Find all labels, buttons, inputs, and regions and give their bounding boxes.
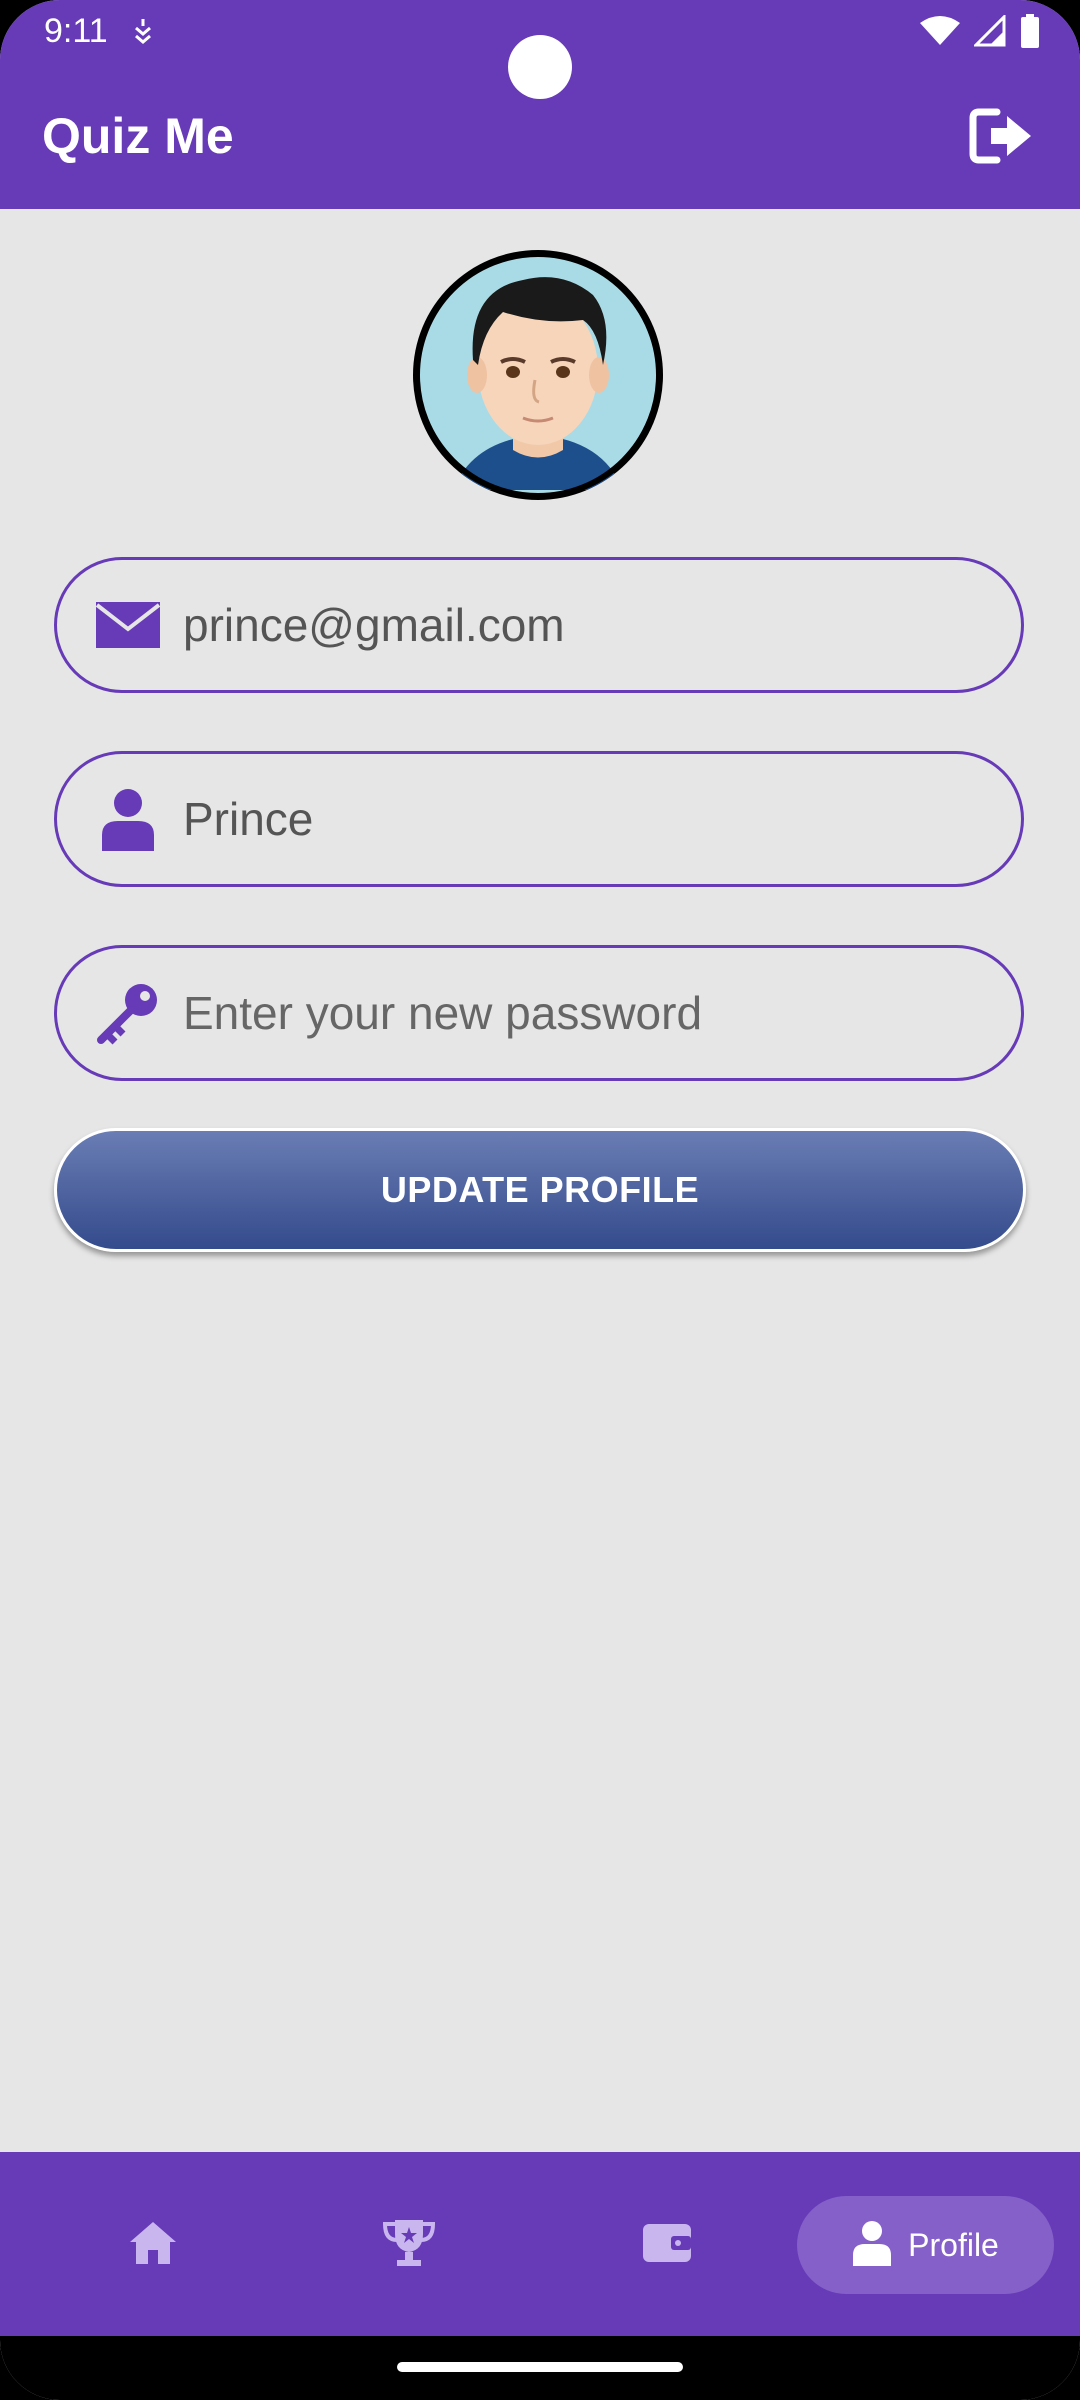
name-field[interactable] [54,751,1024,887]
name-input[interactable] [183,792,981,846]
avatar-image [414,251,662,499]
home-gesture-handle[interactable] [397,2362,683,2372]
battery-icon [1020,14,1040,53]
person-icon [93,784,163,854]
key-icon [93,978,163,1048]
bottom-nav: Profile [0,2152,1080,2336]
nav-item-leaderboard[interactable] [364,2196,454,2294]
nav-item-profile[interactable]: Profile [797,2196,1054,2294]
trophy-icon [382,2218,436,2273]
camera-cutout [508,35,572,99]
signal-icon [972,13,1006,52]
app-title: Quiz Me [42,108,234,164]
password-field[interactable] [54,945,1024,1081]
status-time: 9:11 [44,12,108,50]
email-input[interactable] [183,598,981,652]
logout-button[interactable] [966,102,1038,174]
password-input[interactable] [183,986,981,1040]
nav-item-home[interactable] [108,2196,198,2294]
update-profile-button[interactable]: UPDATE PROFILE [54,1128,1026,1252]
avatar[interactable] [413,250,663,500]
screen: 9:11 Quiz Me prince@gmail.com Prince UPD… [0,0,1080,2400]
wallet-icon [641,2222,693,2269]
home-icon [128,2220,178,2271]
notification-icon [130,16,156,51]
nav-label-profile: Profile [908,2226,999,2263]
logout-icon [969,108,1035,169]
nav-item-wallet[interactable] [622,2196,712,2294]
email-icon [93,590,163,660]
person-icon [852,2220,892,2271]
email-field[interactable] [54,557,1024,693]
wifi-icon [920,15,960,52]
status-icons [920,13,1040,53]
